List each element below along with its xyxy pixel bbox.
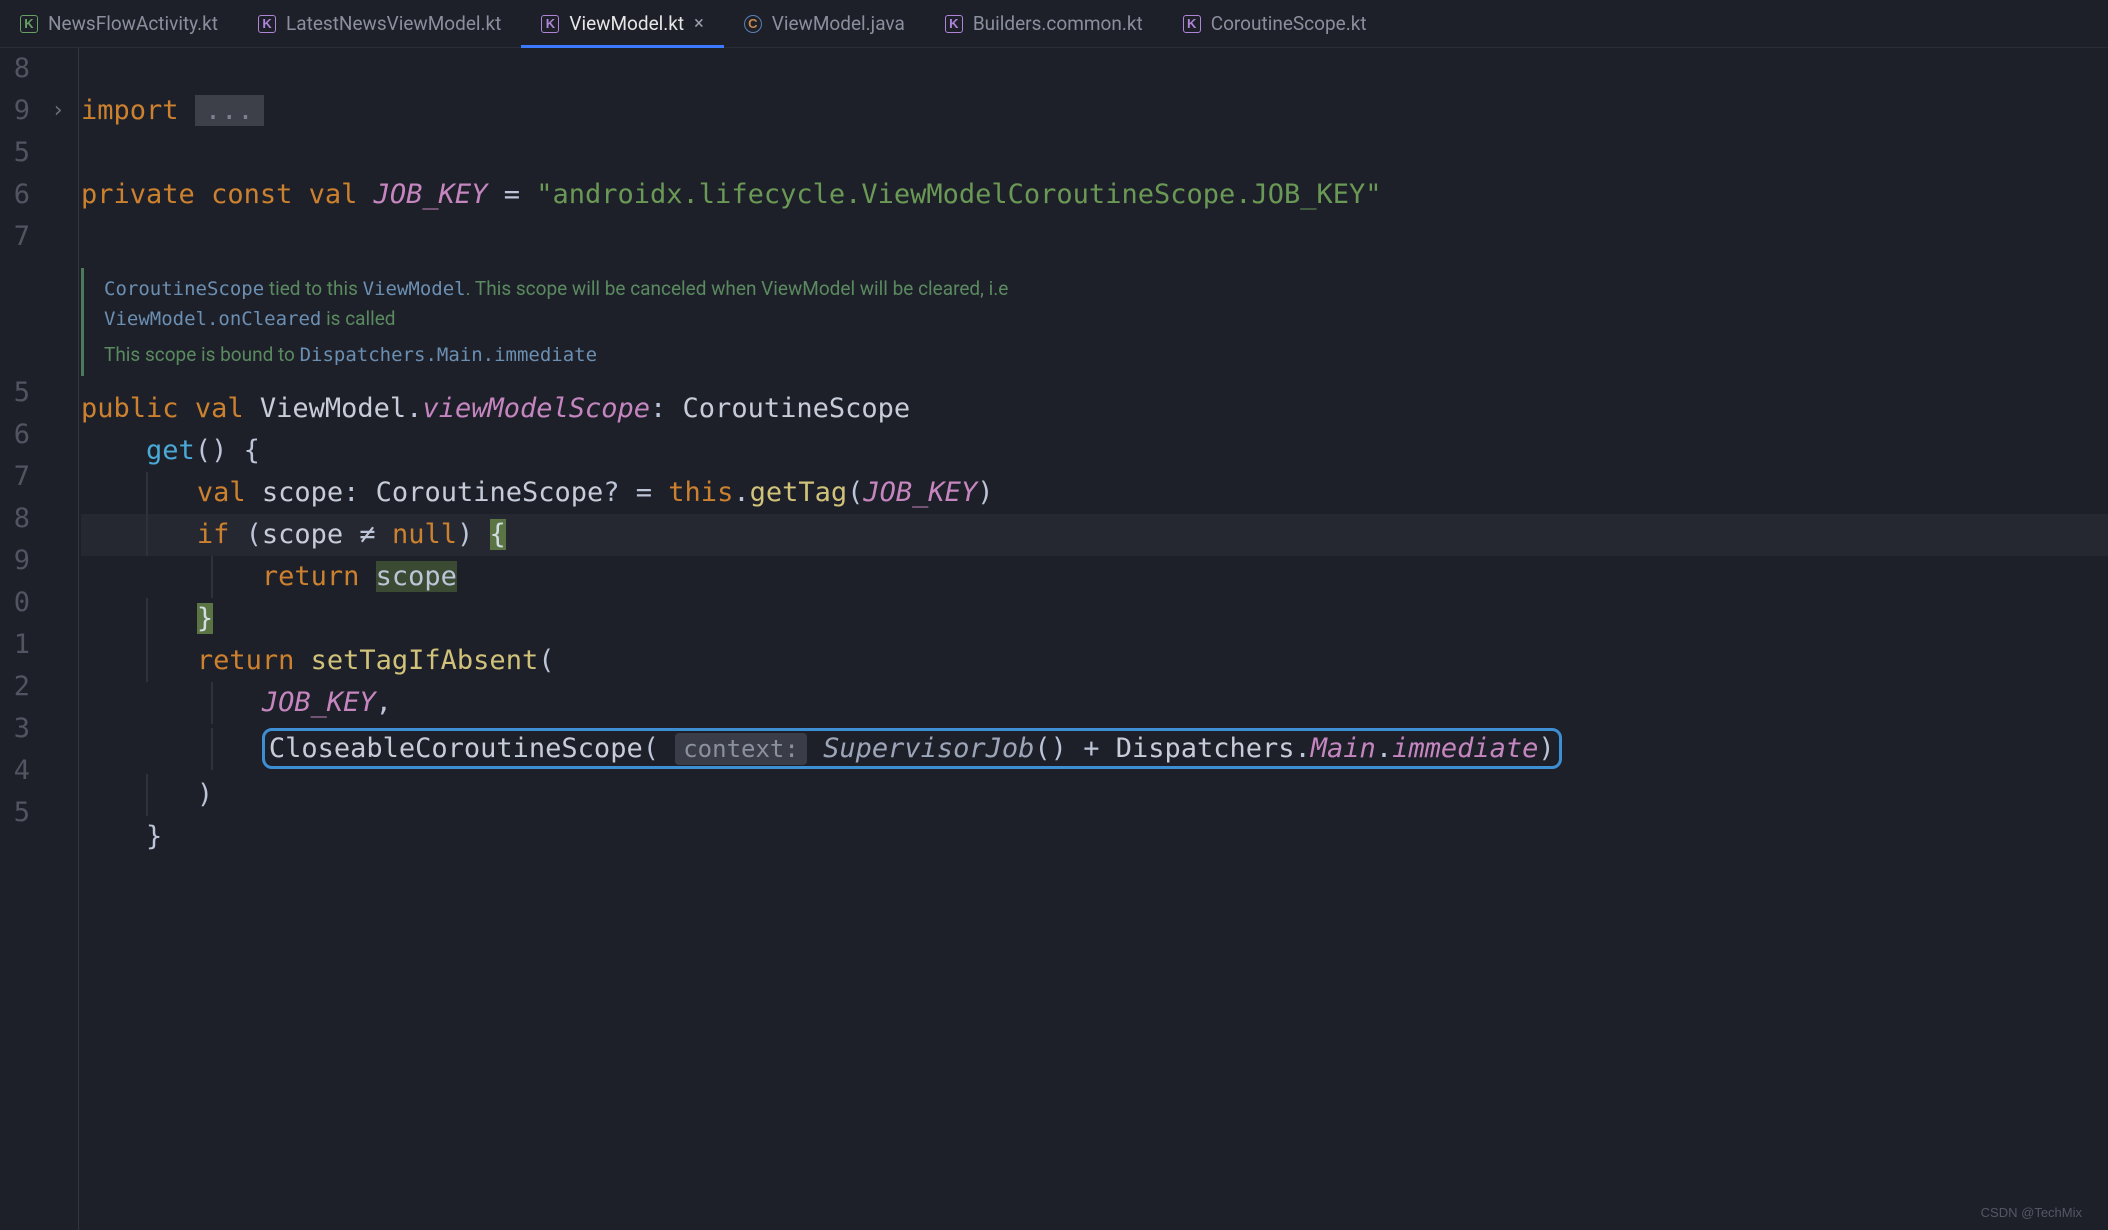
doc-ref: ViewModel	[363, 278, 466, 300]
tab-viewmodel-java[interactable]: C ViewModel.java	[724, 0, 925, 47]
tab-coroutinescope[interactable]: K CoroutineScope.kt	[1163, 0, 1387, 47]
editor-tab-bar: K NewsFlowActivity.kt K LatestNewsViewMo…	[0, 0, 2108, 48]
keyword-if: if	[197, 519, 230, 550]
editor-area[interactable]: 8 9 5 6 7 5 6 7 8 9 0 1 2 3 4 5 › import…	[0, 48, 2108, 1230]
tab-label: ViewModel.kt	[569, 12, 684, 35]
code-area[interactable]: import ... private const val JOB_KEY = "…	[78, 48, 2108, 1230]
line-number: 5	[0, 792, 38, 834]
fn-gettag: getTag	[750, 477, 848, 508]
ident-scope-hl: scope	[376, 561, 457, 592]
line-number: 8	[0, 48, 38, 90]
ident-jobkey: JOB_KEY	[374, 179, 488, 210]
kotlin-file-icon: K	[1183, 15, 1201, 33]
type-viewmodel: ViewModel	[260, 393, 406, 424]
line-number: 6	[0, 414, 38, 456]
ident-dispatchers: Dispatchers	[1116, 733, 1295, 764]
doc-ref: CoroutineScope	[104, 278, 264, 300]
keyword-return: return	[197, 645, 295, 676]
kdoc-comment: CoroutineScope tied to this ViewModel. T…	[81, 268, 2108, 376]
keyword-public: public	[81, 393, 179, 424]
op-not-equal: ≠	[359, 519, 375, 550]
ident-scope: scope	[262, 519, 343, 550]
ident-jobkey: JOB_KEY	[262, 687, 376, 718]
keyword-get: get	[146, 435, 195, 466]
doc-text: is called	[326, 307, 395, 330]
ident-scope: scope	[262, 477, 343, 508]
tab-label: LatestNewsViewModel.kt	[286, 12, 501, 35]
java-file-icon: C	[744, 15, 762, 33]
keyword-val: val	[309, 179, 358, 210]
keyword-import: import	[81, 95, 179, 126]
kotlin-file-icon: K	[541, 15, 559, 33]
watermark: CSDN @TechMix	[1981, 1205, 2082, 1220]
line-number: 7	[0, 456, 38, 498]
line-number: 0	[0, 582, 38, 624]
fn-settagifabsent: setTagIfAbsent	[311, 645, 539, 676]
doc-text: This scope is bound to	[104, 343, 295, 366]
line-number: 7	[0, 216, 38, 258]
type-coroutinescope: CoroutineScope	[376, 477, 604, 508]
highlighted-expression: CloseableCoroutineScope( context: Superv…	[262, 728, 1562, 769]
line-number: 2	[0, 666, 38, 708]
line-number: 8	[0, 498, 38, 540]
doc-ref: Dispatchers.Main.immediate	[300, 344, 597, 366]
line-number: 9	[0, 90, 38, 132]
chevron-right-icon[interactable]: ›	[51, 90, 64, 132]
ident-immediate: immediate	[1392, 733, 1538, 764]
property-name: viewModelScope	[422, 393, 650, 424]
kotlin-file-icon: K	[945, 15, 963, 33]
fn-supervisorjob: SupervisorJob	[823, 733, 1034, 764]
type-coroutinescope: CoroutineScope	[683, 393, 911, 424]
kotlin-file-icon: K	[20, 15, 38, 33]
keyword-this: this	[668, 477, 733, 508]
doc-ref: ViewModel.onCleared	[104, 308, 321, 330]
doc-text: tied to this	[269, 277, 358, 300]
brace-match: }	[197, 603, 213, 634]
tab-label: NewsFlowActivity.kt	[48, 12, 218, 35]
close-icon[interactable]: ×	[694, 13, 704, 34]
keyword-const: const	[211, 179, 292, 210]
tab-newsflowactivity[interactable]: K NewsFlowActivity.kt	[0, 0, 238, 47]
parameter-hint: context:	[675, 733, 807, 765]
line-number: 3	[0, 708, 38, 750]
tab-label: ViewModel.java	[772, 12, 905, 35]
doc-text: . This scope will be canceled when ViewM…	[466, 277, 1009, 300]
kotlin-file-icon: K	[258, 15, 276, 33]
tab-viewmodel-kt[interactable]: K ViewModel.kt ×	[521, 0, 723, 47]
keyword-return: return	[262, 561, 360, 592]
tab-builders-common[interactable]: K Builders.common.kt	[925, 0, 1163, 47]
ident-jobkey: JOB_KEY	[863, 477, 977, 508]
keyword-null: null	[392, 519, 457, 550]
line-number-gutter: 8 9 5 6 7 5 6 7 8 9 0 1 2 3 4 5	[0, 48, 38, 1230]
line-number: 5	[0, 132, 38, 174]
line-number: 6	[0, 174, 38, 216]
caret-position: {	[490, 519, 506, 550]
line-number: 1	[0, 624, 38, 666]
keyword-val: val	[195, 393, 244, 424]
folded-region[interactable]: ...	[195, 95, 264, 126]
fold-gutter: ›	[38, 48, 78, 1230]
line-number: 9	[0, 540, 38, 582]
tab-latestnewsviewmodel[interactable]: K LatestNewsViewModel.kt	[238, 0, 521, 47]
string-literal: "androidx.lifecycle.ViewModelCoroutineSc…	[536, 179, 1381, 210]
line-number: 5	[0, 372, 38, 414]
tab-label: Builders.common.kt	[973, 12, 1143, 35]
ident-main: Main	[1311, 733, 1376, 764]
tab-label: CoroutineScope.kt	[1211, 12, 1367, 35]
keyword-private: private	[81, 179, 195, 210]
keyword-val: val	[197, 477, 246, 508]
line-number: 4	[0, 750, 38, 792]
fn-closeablecoroutinescope: CloseableCoroutineScope	[269, 733, 643, 764]
